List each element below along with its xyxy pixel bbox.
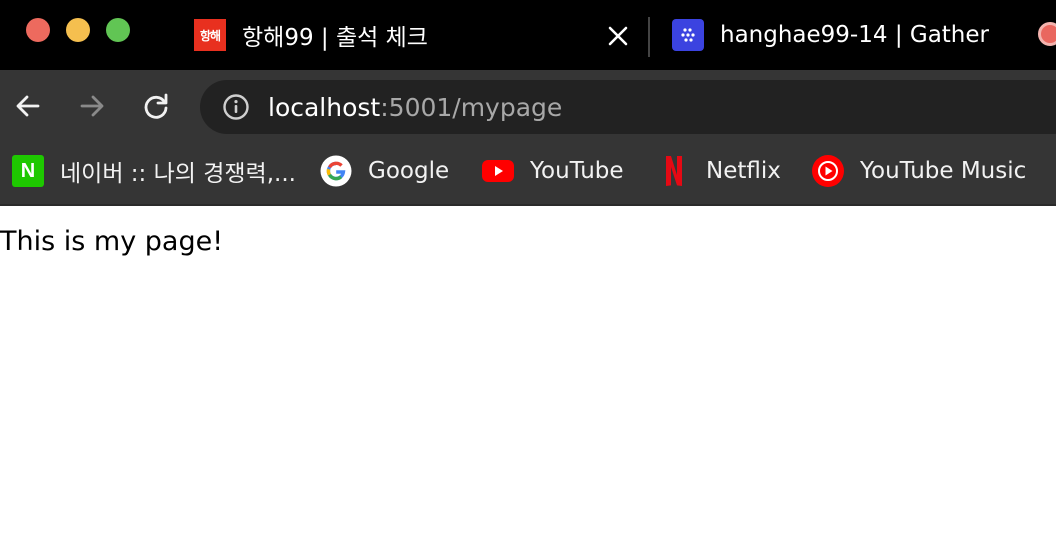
- tab-partial-favicon-icon[interactable]: [1038, 22, 1056, 46]
- bookmark-youtube-music[interactable]: YouTube Music: [812, 154, 1026, 188]
- url-text[interactable]: localhost:5001/mypage: [268, 93, 562, 122]
- url-host: localhost: [268, 93, 381, 122]
- site-info-icon[interactable]: [222, 93, 250, 121]
- bookmark-label: YouTube: [530, 158, 624, 184]
- bookmark-label: 네이버 :: 나의 경쟁력,...: [60, 161, 296, 187]
- tab-separator: [648, 17, 650, 57]
- bookmark-label: YouTube Music: [860, 158, 1027, 184]
- youtube-music-icon: [812, 155, 844, 187]
- browser-toolbar: localhost:5001/mypage: [0, 70, 1056, 140]
- bookmarks-bar: N 네이버 :: 나의 경쟁력,... Google YouTube Netfl…: [0, 140, 1056, 206]
- bookmark-label: Google: [368, 158, 450, 184]
- bookmark-naver[interactable]: N 네이버 :: 나의 경쟁력,...: [12, 154, 296, 188]
- reload-icon: [144, 93, 168, 119]
- bookmark-google[interactable]: Google: [320, 154, 449, 188]
- arrow-left-icon: [16, 95, 40, 117]
- tab-hanghae-attendance[interactable]: 항해 항해99 | 출석 체크: [194, 0, 644, 70]
- address-bar[interactable]: localhost:5001/mypage: [200, 80, 1056, 134]
- tab-strip: 항해 항해99 | 출석 체크 hanghae99-14 | Gather: [0, 0, 1056, 70]
- window-minimize-button[interactable]: [66, 18, 90, 42]
- tab-close-icon[interactable]: [606, 24, 630, 48]
- bookmark-label: Netflix: [706, 158, 781, 184]
- youtube-icon: [482, 155, 514, 187]
- arrow-right-icon: [80, 95, 104, 117]
- google-icon: [320, 155, 352, 187]
- reload-button[interactable]: [141, 91, 171, 121]
- page-body-text: This is my page!: [0, 226, 224, 257]
- bookmark-netflix[interactable]: Netflix: [658, 154, 781, 188]
- bookmark-youtube[interactable]: YouTube: [482, 154, 624, 188]
- window-close-button[interactable]: [26, 18, 50, 42]
- tab-title: 항해99 | 출석 체크: [242, 25, 428, 51]
- gather-logo-icon: [672, 19, 704, 51]
- page-content: This is my page!: [0, 208, 1056, 542]
- forward-button[interactable]: [77, 91, 107, 121]
- back-button[interactable]: [13, 91, 43, 121]
- naver-icon: N: [12, 155, 44, 187]
- window-maximize-button[interactable]: [106, 18, 130, 42]
- tab-gather[interactable]: hanghae99-14 | Gather: [672, 0, 1032, 70]
- url-path: :5001/mypage: [380, 93, 563, 122]
- netflix-icon: [658, 155, 690, 187]
- tab-title: hanghae99-14 | Gather: [720, 22, 989, 48]
- hanghae-favicon-icon: 항해: [194, 19, 226, 51]
